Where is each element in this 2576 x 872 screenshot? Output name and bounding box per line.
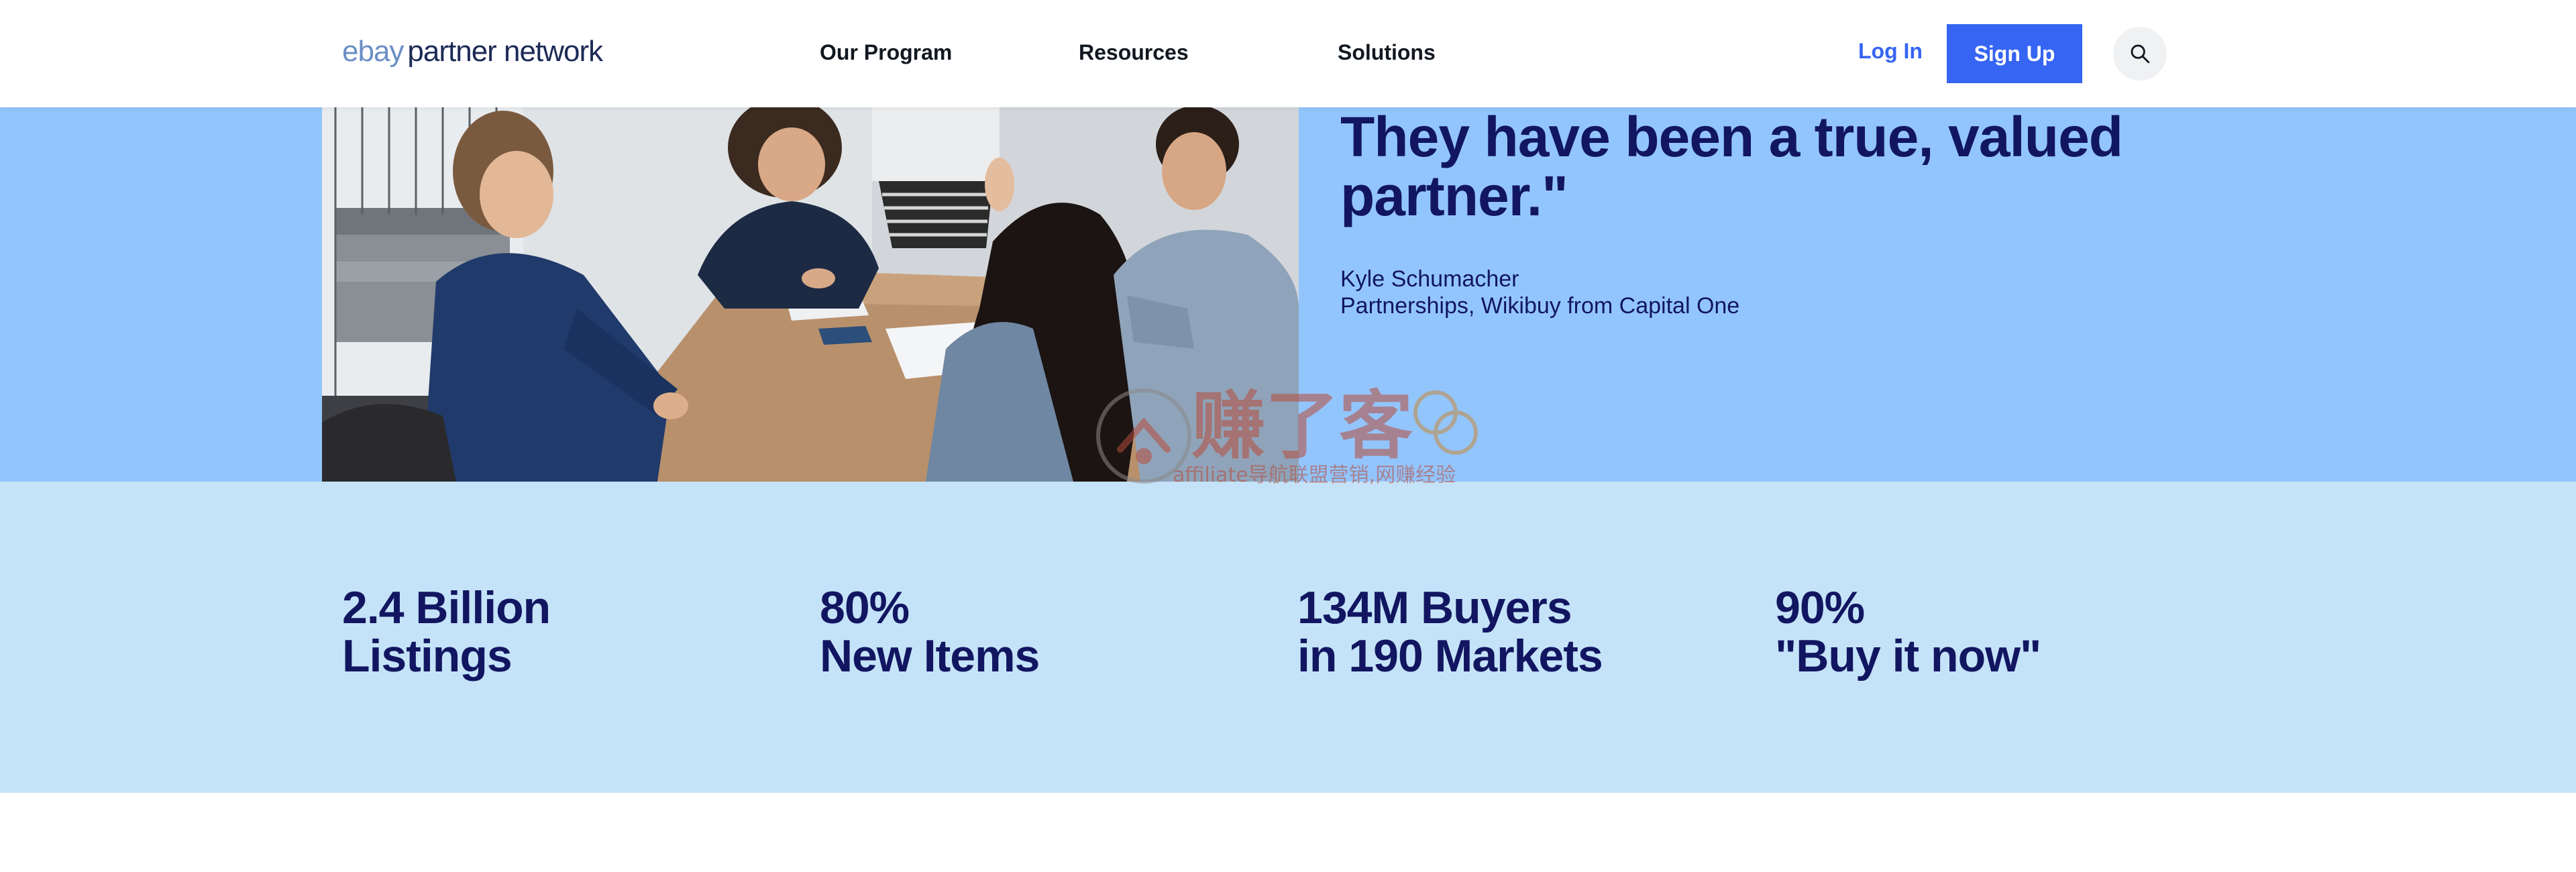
- nav-resources[interactable]: Resources: [1079, 40, 1189, 67]
- quote-line: partner.": [1340, 164, 1568, 227]
- testimonial-author-role: Partnerships, Wikibuy from Capital One: [1340, 293, 1740, 319]
- watermark-subtitle: affiliate导航联盟营销,网赚经验: [1173, 464, 1456, 487]
- logo-brand: ebay: [342, 35, 404, 68]
- coin-icon: [1413, 390, 1478, 455]
- watermark-overlay: 赚了客 affiliate导航联盟营销,网赚经验: [1093, 386, 1483, 493]
- signup-button[interactable]: Sign Up: [1947, 24, 2082, 83]
- testimonial-quote: They have been a true, valued partner.": [1340, 107, 2212, 225]
- stat-label: Listings: [342, 631, 513, 682]
- stats-section: 2.4 Billion Listings 80% New Items 134M …: [0, 482, 2576, 793]
- stat-label: "Buy it now": [1775, 631, 2041, 682]
- stat-value: 134M Buyers: [1297, 582, 1572, 633]
- login-link[interactable]: Log In: [1858, 39, 1923, 64]
- stat-value: 90%: [1775, 582, 1865, 633]
- search-icon: [2131, 44, 2150, 64]
- stat-label: in 190 Markets: [1297, 631, 1603, 682]
- logo-text: partner network: [407, 35, 603, 68]
- search-button[interactable]: [2113, 27, 2167, 80]
- testimonial-author: Kyle Schumacher: [1340, 266, 1519, 292]
- stat-buy-it-now: 90% "Buy it now": [1775, 584, 2041, 680]
- stat-listings: 2.4 Billion Listings: [342, 582, 551, 682]
- stat-value: 80%: [820, 582, 910, 633]
- ebay-partner-network-logo[interactable]: ebay partner network: [342, 35, 603, 72]
- nav-solutions[interactable]: Solutions: [1338, 40, 1436, 67]
- stat-buyers: 134M Buyers in 190 Markets: [1297, 584, 1603, 680]
- stat-value: 2.4 Billion: [342, 582, 551, 633]
- stat-new-items: 80% New Items: [820, 582, 1040, 682]
- quote-line: They have been a true, valued: [1340, 105, 2123, 168]
- watermark-title: 赚了客: [1191, 383, 1413, 469]
- nav-our-program[interactable]: Our Program: [820, 40, 952, 67]
- stat-label: New Items: [820, 631, 1040, 682]
- site-header: ebay partner network Our Program Resourc…: [0, 0, 2576, 107]
